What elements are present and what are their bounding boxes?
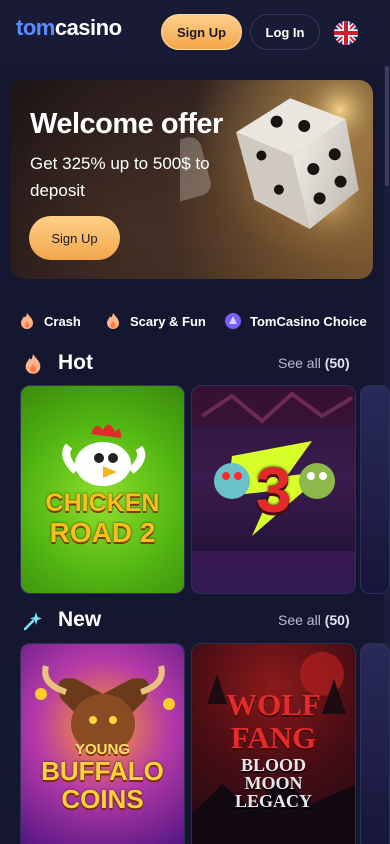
game-title-line: ROAD 2 [49,517,156,548]
category-label: Crash [44,313,81,329]
game-title-line: 3 [255,454,292,526]
banner-subtitle: Get 325% up to 500$ to deposit [30,154,210,200]
game-title-line: CHICKEN [45,489,160,517]
sparkle-icon [22,610,44,632]
scrollbar-thumb[interactable] [385,66,389,186]
see-all-label: See all [278,612,321,628]
game-card[interactable]: YOUNG BUFFALO COINS [20,643,185,844]
category-label: TomCasino Choice [250,313,367,329]
game-card-partial[interactable] [360,385,390,594]
game-title-line: LEGACY [234,791,312,811]
game-title-line: BUFFALO [41,756,164,786]
section-hot-header: Hot See all (50) [0,349,390,379]
game-title-line: YOUNG [74,741,130,758]
game-card-partial[interactable] [360,643,390,844]
login-button[interactable]: Log In [250,14,320,50]
uk-flag-icon[interactable] [334,21,358,45]
signup-button[interactable]: Sign Up [161,14,242,50]
section-title: Hot [58,351,93,374]
banner-title: Welcome offer [30,108,223,140]
section-new-header: New See all (50) [0,606,390,636]
logo-text-casino: casino [54,15,122,40]
header: tomcasino Sign Up Log In [0,0,390,64]
see-all-link[interactable]: See all (50) [278,355,350,371]
game-title-line: MOON [244,773,303,793]
tomcasino-logo[interactable]: tomcasino [16,15,122,41]
tomcasino-logo-icon [224,312,242,330]
flame-icon [22,353,44,375]
category-bar: Crash Scary & Fun TomCasino Choice [0,308,390,334]
game-title-line: BLOOD [240,755,306,775]
game-card[interactable]: CHICKEN ROAD 2 [20,385,185,594]
category-scary-fun[interactable]: Scary & Fun [104,308,206,334]
see-all-count: (50) [324,612,350,628]
see-all-link[interactable]: See all (50) [278,612,350,628]
category-label: Scary & Fun [130,313,206,329]
game-title-line: FANG [230,720,317,755]
game-title-line: COINS [61,784,144,814]
banner-signup-button[interactable]: Sign Up [29,216,120,260]
see-all-count: (50) [324,355,350,371]
game-title-line: WOLF [226,687,321,722]
welcome-offer-banner[interactable]: Welcome offer Get 325% up to 500$ to dep… [10,80,373,279]
category-tomcasino-choice[interactable]: TomCasino Choice [224,308,367,334]
flame-icon [104,312,122,330]
flame-icon [18,312,36,330]
game-card[interactable]: 3 [191,385,356,594]
section-title: New [58,608,102,631]
logo-text-tom: tom [16,15,55,40]
game-card[interactable]: WOLF FANG BLOOD MOON LEGACY [191,643,356,844]
category-crash[interactable]: Crash [18,308,81,334]
see-all-label: See all [278,355,321,371]
